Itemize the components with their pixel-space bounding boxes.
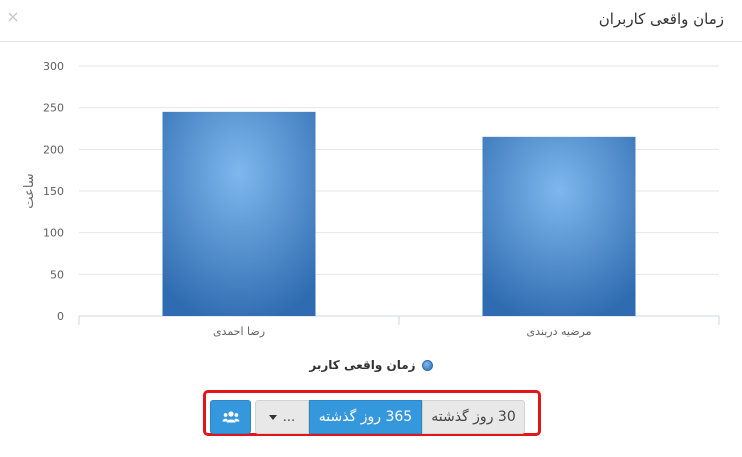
bar[interactable] [162, 111, 316, 316]
users-button[interactable] [210, 400, 251, 434]
y-tick-label: 0 [57, 310, 64, 323]
y-tick-label: 300 [43, 60, 64, 73]
users-icon [222, 411, 239, 423]
bar[interactable] [482, 136, 636, 316]
range-365-days-button[interactable]: 365 روز گذشته [309, 400, 422, 434]
y-tick-label: 150 [43, 185, 64, 198]
y-tick-label: 250 [43, 102, 64, 115]
chart-legend[interactable]: زمان واقعی کاربر [0, 358, 742, 372]
range-365-days-label: 365 روز گذشته [318, 409, 413, 425]
modal-header: × زمان واقعی کاربران [0, 0, 742, 42]
legend-label: زمان واقعی کاربر [309, 358, 416, 372]
y-tick-label: 200 [43, 143, 64, 156]
chevron-down-icon [268, 414, 277, 420]
y-tick-label: 50 [50, 268, 64, 281]
more-ranges-dropdown[interactable]: ... [255, 400, 309, 434]
bar-chart: 0 50 100 150 200 250 300 رضا احمدی مرضیه دربندی س… [22, 60, 720, 338]
y-tick-label: 100 [43, 227, 64, 240]
more-ranges-label: ... [282, 409, 296, 425]
x-tick-label: رضا احمدی [213, 325, 265, 338]
x-tick-label: مرضیه دربندی [527, 325, 592, 338]
close-icon[interactable]: × [6, 8, 20, 26]
range-30-days-label: 30 روز گذشته [431, 409, 516, 425]
range-30-days-button[interactable]: 30 روز گذشته [422, 400, 525, 434]
legend-marker [421, 359, 433, 371]
y-axis-title: ساعت [22, 173, 37, 208]
modal-title: زمان واقعی کاربران [598, 10, 724, 28]
